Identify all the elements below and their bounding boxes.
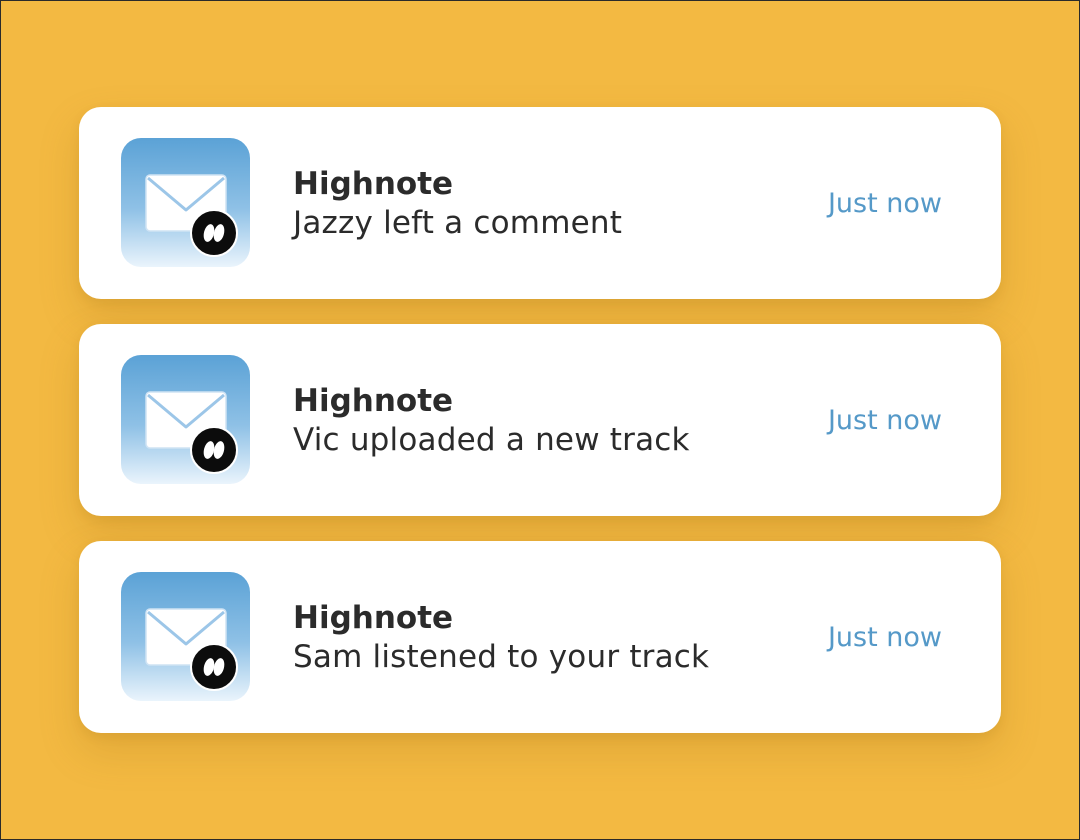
- mail-app-icon: [121, 572, 250, 701]
- notification-time: Just now: [827, 622, 942, 653]
- notification-card[interactable]: Highnote Jazzy left a comment Just now: [79, 107, 1001, 299]
- app-name: Highnote: [293, 383, 454, 419]
- notification-message: Vic uploaded a new track: [293, 422, 690, 458]
- notification-text: Highnote Vic uploaded a new track: [293, 382, 690, 460]
- highnote-logo-icon: [190, 426, 238, 474]
- notification-message: Jazzy left a comment: [293, 205, 623, 241]
- notification-text: Highnote Jazzy left a comment: [293, 165, 622, 243]
- app-name: Highnote: [293, 600, 454, 636]
- notification-card[interactable]: Highnote Vic uploaded a new track Just n…: [79, 324, 1001, 516]
- mail-app-icon: [121, 355, 250, 484]
- notification-time: Just now: [827, 405, 942, 436]
- highnote-logo-icon: [190, 643, 238, 691]
- mail-app-icon: [121, 138, 250, 267]
- notification-text: Highnote Sam listened to your track: [293, 599, 709, 677]
- highnote-logo-icon: [190, 209, 238, 257]
- notification-time: Just now: [827, 188, 942, 219]
- notification-message: Sam listened to your track: [293, 639, 710, 675]
- notification-stack: Highnote Jazzy left a comment Just now H…: [79, 107, 1001, 733]
- app-name: Highnote: [293, 166, 454, 202]
- notification-card[interactable]: Highnote Sam listened to your track Just…: [79, 541, 1001, 733]
